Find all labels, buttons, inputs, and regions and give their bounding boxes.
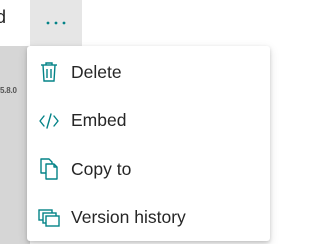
menu-item-label: Embed xyxy=(71,110,127,131)
menu-item-label: Copy to xyxy=(71,158,132,179)
ellipsis-icon xyxy=(45,20,67,26)
background-panel xyxy=(0,46,30,244)
menu-item-copy-to[interactable]: Copy to xyxy=(27,145,270,194)
copy-icon xyxy=(38,158,60,180)
menu-item-delete[interactable]: Delete xyxy=(27,48,270,97)
version-history-icon xyxy=(38,207,60,229)
context-menu: Delete Embed Copy to Version history xyxy=(27,46,270,241)
menu-item-label: Delete xyxy=(71,61,122,82)
menu-item-embed[interactable]: Embed xyxy=(27,97,270,146)
menu-item-version-history[interactable]: Version history xyxy=(27,194,270,243)
trash-icon xyxy=(38,61,60,83)
more-options-button[interactable] xyxy=(30,0,82,46)
menu-item-label: Version history xyxy=(71,207,186,228)
version-label: 5.8.0 xyxy=(0,86,17,95)
code-icon xyxy=(38,110,60,132)
truncated-toolbar-text: d xyxy=(0,7,7,27)
